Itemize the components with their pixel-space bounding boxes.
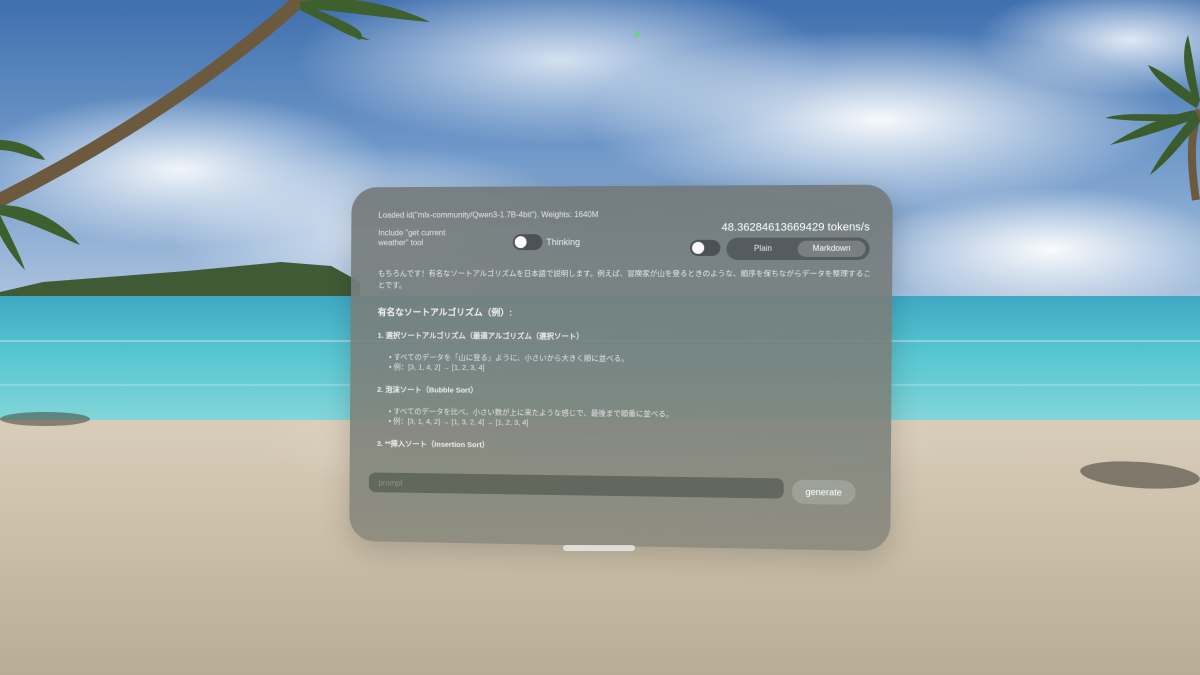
model-info-text: Loaded id("mlx-community/Qwen3-1.7B-4bit… xyxy=(378,210,599,220)
palm-fronds-right xyxy=(1105,35,1200,175)
window-grabber-bar[interactable] xyxy=(563,545,635,551)
weather-tool-label: Include "get current weather" tool xyxy=(378,228,446,248)
toggle-knob xyxy=(514,236,527,249)
output-heading: 有名なソートアルゴリズム（例）: xyxy=(377,307,513,318)
weather-tool-toggle[interactable] xyxy=(512,234,543,251)
llm-chat-window: Loaded id("mlx-community/Qwen3-1.7B-4bit… xyxy=(349,184,893,552)
palm-trunk-left xyxy=(0,0,307,207)
section-title: 2. 泡沫ソート（Bubble Sort） xyxy=(377,384,478,395)
list-item: • 例：[3, 1, 4, 2] → [1, 2, 3, 4] xyxy=(388,362,485,373)
thinking-toggle[interactable] xyxy=(689,239,721,256)
thinking-label: Thinking xyxy=(546,237,581,248)
output-intro: もちろんです！有名なソートアルゴリズムを日本語で説明します。例えば、冒険家が山を… xyxy=(377,268,872,290)
section-title: 3. **挿入ソート（Insertion Sort） xyxy=(376,439,490,450)
output-format-segmented-control: Plain Markdown xyxy=(726,237,870,260)
prompt-field xyxy=(368,472,784,500)
prompt-input[interactable] xyxy=(368,472,784,500)
section-title: 1. 選択ソートアルゴリズム（最適アルゴリズム（選択ソート） xyxy=(377,330,584,341)
generated-output: もちろんです！有名なソートアルゴリズムを日本語で説明します。例えば、冒険家が山を… xyxy=(377,268,878,455)
segment-markdown[interactable]: Markdown xyxy=(797,240,866,257)
generate-button[interactable]: generate xyxy=(791,479,856,505)
tokens-per-second: 48.36284613669429 tokens/s xyxy=(721,221,870,234)
segment-plain[interactable]: Plain xyxy=(730,241,795,257)
toggle-knob xyxy=(692,241,705,254)
